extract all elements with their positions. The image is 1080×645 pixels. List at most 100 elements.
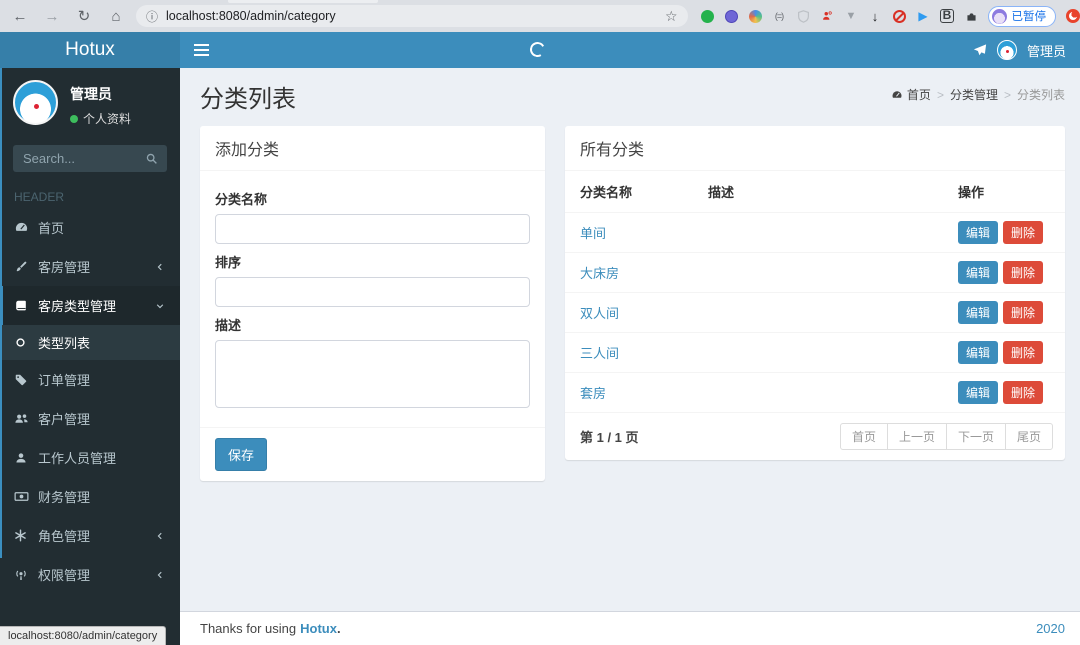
edit-button[interactable]: 编辑 <box>958 301 999 324</box>
sort-label: 排序 <box>215 255 242 270</box>
delete-button[interactable]: 删除 <box>1003 381 1044 404</box>
reload-icon[interactable]: ↻ <box>74 7 94 25</box>
category-name-input[interactable] <box>215 214 530 244</box>
edit-button[interactable]: 编辑 <box>958 341 999 364</box>
extension-red-icon[interactable] <box>1065 9 1080 24</box>
table-row: 套房 编辑 删除 <box>565 372 1065 413</box>
edit-button[interactable]: 编辑 <box>958 381 999 404</box>
col-header-name: 分类名称 <box>565 171 700 213</box>
site-info-icon[interactable]: ⓘ <box>146 8 158 25</box>
sidebar-item-type-list[interactable]: 类型列表 <box>0 325 180 360</box>
podcast-icon <box>14 568 29 582</box>
money-icon <box>14 489 29 504</box>
category-link[interactable]: 三人间 <box>580 346 619 361</box>
edit-button[interactable]: 编辑 <box>958 261 999 284</box>
users-icon <box>14 411 29 426</box>
extension-person-icon[interactable] <box>820 9 835 24</box>
brush-icon <box>14 260 29 274</box>
delete-button[interactable]: 删除 <box>1003 341 1044 364</box>
sidebar-user-name: 管理员 <box>70 86 112 102</box>
url-text[interactable]: localhost:8080/admin/category <box>166 9 665 23</box>
extension-play-icon[interactable]: ▶ <box>916 9 931 24</box>
sidebar-search <box>13 145 167 172</box>
edit-button[interactable]: 编辑 <box>958 221 999 244</box>
browser-chrome: ← → ↻ ⌂ ⓘ localhost:8080/admin/category … <box>0 0 1080 32</box>
category-link[interactable]: 大床房 <box>580 266 619 281</box>
add-category-box: 添加分类 分类名称 排序 描述 保存 <box>200 126 545 481</box>
category-link[interactable]: 双人间 <box>580 306 619 321</box>
extension-b-icon[interactable]: B <box>940 9 955 24</box>
breadcrumb-category-mgmt[interactable]: 分类管理 <box>950 86 998 103</box>
address-bar[interactable]: ⓘ localhost:8080/admin/category ☆ <box>136 5 688 27</box>
table-row: 双人间 编辑 删除 <box>565 292 1065 333</box>
sidebar-menu: 首页 客房管理 客房类型管理 类型列表 订单管理 客户管理 工作人员管理 财务管… <box>0 208 180 594</box>
sidebar-user-avatar[interactable] <box>13 80 58 125</box>
main-content: 分类列表 首页 > 分类管理 > 分类列表 添加分类 分类名称 排序 描述 保存… <box>180 68 1080 612</box>
dashboard-icon <box>14 220 29 235</box>
extension-purple-icon[interactable] <box>724 9 739 24</box>
user-menu[interactable]: 管理员 <box>1027 41 1066 60</box>
description-textarea[interactable] <box>215 340 530 408</box>
save-button[interactable]: 保存 <box>215 438 268 471</box>
sidebar-item-customer-mgmt[interactable]: 客户管理 <box>0 399 180 438</box>
table-row: 大床房 编辑 删除 <box>565 252 1065 293</box>
footer-brand-link[interactable]: Hotux <box>300 621 337 636</box>
delete-button[interactable]: 删除 <box>1003 221 1044 244</box>
sidebar-item-role-mgmt[interactable]: 角色管理 <box>0 516 180 555</box>
search-input[interactable] <box>13 151 136 166</box>
user-icon <box>14 451 29 465</box>
extension-globe-icon[interactable] <box>748 9 763 24</box>
send-icon[interactable] <box>973 43 987 57</box>
download-arrow-icon[interactable]: ↓ <box>868 9 883 24</box>
extensions-puzzle-icon[interactable] <box>964 9 979 24</box>
category-link[interactable]: 套房 <box>580 386 606 401</box>
profile-avatar <box>991 8 1007 24</box>
forward-icon[interactable]: → <box>42 8 62 25</box>
search-button[interactable] <box>136 152 167 165</box>
extension-shield-icon[interactable] <box>796 9 811 24</box>
sidebar-item-permission-mgmt[interactable]: 权限管理 <box>0 555 180 594</box>
sidebar-user-profile-link[interactable]: 个人资料 <box>70 110 131 127</box>
extension-code-icon[interactable]: (=) <box>772 9 787 24</box>
sidebar-item-room-type-mgmt[interactable]: 客房类型管理 <box>0 286 180 325</box>
profile-paused-pill[interactable]: 已暂停 <box>987 5 1056 27</box>
chevron-left-icon <box>155 262 166 272</box>
delete-button[interactable]: 删除 <box>1003 301 1044 324</box>
list-box-title: 所有分类 <box>565 126 1065 171</box>
breadcrumb-current: 分类列表 <box>1016 88 1065 102</box>
category-link[interactable]: 单间 <box>580 226 606 241</box>
category-desc <box>700 212 950 253</box>
delete-button[interactable]: 删除 <box>1003 261 1044 284</box>
back-icon[interactable]: ← <box>10 8 30 25</box>
chevron-left-icon <box>155 570 166 580</box>
sidebar-item-order-mgmt[interactable]: 订单管理 <box>0 360 180 399</box>
bookmark-star-icon[interactable]: ☆ <box>665 8 678 25</box>
extensions-row: (=) ▼ ↓ ▶ B 已暂停 <box>700 5 1080 27</box>
home-icon[interactable]: ⌂ <box>106 8 126 25</box>
status-bar-url: localhost:8080/admin/category <box>0 626 167 645</box>
sidebar-item-finance-mgmt[interactable]: 财务管理 <box>0 477 180 516</box>
category-desc <box>700 252 950 293</box>
pagination-last[interactable]: 尾页 <box>1004 423 1053 450</box>
sidebar-item-staff-mgmt[interactable]: 工作人员管理 <box>0 438 180 477</box>
asterisk-icon <box>14 529 29 542</box>
col-header-desc: 描述 <box>700 171 950 213</box>
brand-logo[interactable]: Hotux <box>0 32 180 68</box>
sidebar-item-room-mgmt[interactable]: 客房管理 <box>0 247 180 286</box>
sidebar-item-home[interactable]: 首页 <box>0 208 180 247</box>
pagination-first[interactable]: 首页 <box>839 423 888 450</box>
main-footer: Thanks for using Hotux . 2020 <box>180 611 1080 645</box>
chevron-down-icon <box>155 301 166 311</box>
breadcrumb-home[interactable]: 首页 <box>891 86 931 103</box>
extension-triangle-icon[interactable]: ▼ <box>844 9 859 24</box>
dashboard-icon <box>891 89 903 101</box>
extension-blocker-icon[interactable] <box>892 9 907 24</box>
page-info: 第 1 / 1 页 <box>580 430 639 445</box>
user-avatar[interactable] <box>996 40 1017 60</box>
online-status-dot <box>70 114 78 123</box>
extension-green-icon[interactable] <box>700 9 715 24</box>
pagination-prev[interactable]: 上一页 <box>886 423 947 450</box>
sort-input[interactable] <box>215 277 530 307</box>
pagination-next[interactable]: 下一页 <box>945 423 1006 450</box>
sidebar-toggle-icon[interactable] <box>194 41 209 59</box>
